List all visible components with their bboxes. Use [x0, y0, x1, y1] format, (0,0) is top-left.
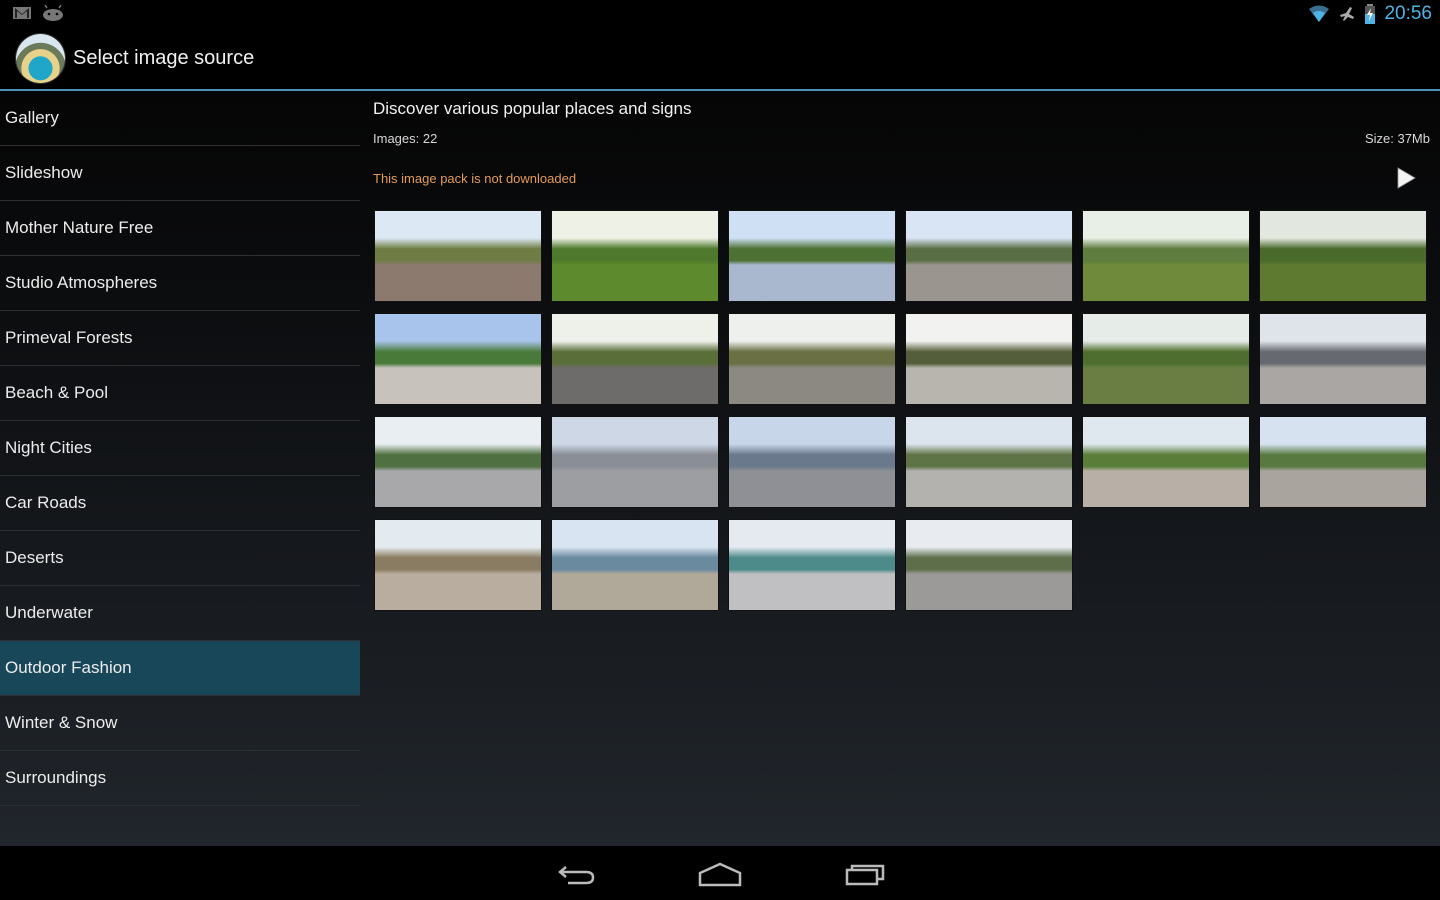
- home-icon[interactable]: [696, 858, 744, 888]
- panorama-thumbnail[interactable]: [728, 210, 896, 302]
- play-icon[interactable]: [1394, 166, 1418, 190]
- navigation-bar: [0, 846, 1440, 900]
- sidebar-item-label: Night Cities: [5, 438, 92, 457]
- sidebar-item-label: Car Roads: [5, 493, 87, 512]
- panorama-thumbnail[interactable]: [905, 210, 1073, 302]
- panorama-app-icon[interactable]: [16, 34, 65, 83]
- pack-description: Discover various popular places and sign…: [373, 99, 692, 118]
- sidebar-item-label: Mother Nature Free: [5, 218, 154, 237]
- panorama-thumbnail[interactable]: [905, 416, 1073, 508]
- panorama-thumbnail[interactable]: [1259, 416, 1427, 508]
- back-icon[interactable]: [552, 858, 600, 888]
- gmail-icon: [13, 7, 31, 19]
- status-bar: 20:56: [0, 0, 1440, 28]
- sidebar-item-car-roads[interactable]: Car Roads: [0, 476, 360, 531]
- panorama-thumbnail[interactable]: [728, 313, 896, 405]
- sidebar-item-label: Studio Atmospheres: [5, 273, 158, 292]
- panorama-thumbnail[interactable]: [1082, 313, 1250, 405]
- panorama-thumbnail[interactable]: [1082, 210, 1250, 302]
- sidebar-item-studio-atmospheres[interactable]: Studio Atmospheres: [0, 256, 360, 311]
- sidebar-item-underwater[interactable]: Underwater: [0, 586, 360, 641]
- panorama-thumbnail[interactable]: [551, 519, 719, 611]
- pack-size: Size: 37Mb: [1364, 131, 1430, 146]
- sidebar-item-gallery[interactable]: Gallery: [0, 91, 360, 146]
- panorama-thumbnail[interactable]: [1259, 210, 1427, 302]
- panorama-thumbnail[interactable]: [374, 416, 542, 508]
- panorama-thumbnail[interactable]: [374, 210, 542, 302]
- sidebar-item-label: Outdoor Fashion: [5, 658, 132, 677]
- panorama-thumbnail[interactable]: [374, 519, 542, 611]
- clock: 20:56: [1384, 3, 1432, 24]
- sidebar-item-label: Gallery: [5, 108, 59, 127]
- android-debug-icon: [43, 5, 63, 21]
- sidebar-item-slideshow[interactable]: Slideshow: [0, 146, 360, 201]
- panorama-thumbnail[interactable]: [1082, 416, 1250, 508]
- thumbnail-grid: [374, 210, 1427, 611]
- images-count: Images: 22: [373, 131, 438, 146]
- panorama-thumbnail[interactable]: [728, 416, 896, 508]
- content-area: Gallery Slideshow Mother Nature Free Stu…: [0, 91, 1440, 846]
- panorama-thumbnail[interactable]: [905, 519, 1073, 611]
- sidebar-item-label: Slideshow: [5, 163, 83, 182]
- sidebar-item-winter-snow[interactable]: Winter & Snow: [0, 696, 360, 751]
- sidebar-item-label: Winter & Snow: [5, 713, 118, 732]
- sidebar-item-label: Primeval Forests: [5, 328, 133, 347]
- panorama-thumbnail[interactable]: [1259, 313, 1427, 405]
- sidebar-item-label: Underwater: [5, 603, 93, 622]
- sidebar-item-outdoor-fashion[interactable]: Outdoor Fashion: [0, 641, 360, 696]
- battery-charging-icon: [1365, 4, 1376, 24]
- sidebar-item-mother-nature-free[interactable]: Mother Nature Free: [0, 201, 360, 256]
- panorama-thumbnail[interactable]: [905, 313, 1073, 405]
- sidebar-item-surroundings[interactable]: Surroundings: [0, 751, 360, 806]
- airplane-mode-icon: [1340, 7, 1355, 21]
- action-bar: Select image source: [0, 28, 1440, 89]
- panorama-thumbnail[interactable]: [551, 210, 719, 302]
- recent-apps-icon[interactable]: [842, 858, 890, 888]
- sidebar-item-primeval-forests[interactable]: Primeval Forests: [0, 311, 360, 366]
- panorama-thumbnail[interactable]: [728, 519, 896, 611]
- panorama-thumbnail[interactable]: [551, 416, 719, 508]
- wifi-icon: [1309, 5, 1330, 22]
- panorama-thumbnail[interactable]: [374, 313, 542, 405]
- sidebar-item-deserts[interactable]: Deserts: [0, 531, 360, 586]
- page-title: Select image source: [73, 47, 255, 69]
- sidebar-item-label: Deserts: [5, 548, 64, 567]
- sidebar-item-beach-pool[interactable]: Beach & Pool: [0, 366, 360, 421]
- panorama-thumbnail[interactable]: [551, 313, 719, 405]
- sidebar-item-night-cities[interactable]: Night Cities: [0, 421, 360, 476]
- sidebar-item-label: Surroundings: [5, 768, 107, 787]
- image-source-list: Gallery Slideshow Mother Nature Free Stu…: [0, 91, 360, 806]
- download-status: This image pack is not downloaded: [373, 171, 577, 186]
- sidebar-item-label: Beach & Pool: [5, 383, 109, 402]
